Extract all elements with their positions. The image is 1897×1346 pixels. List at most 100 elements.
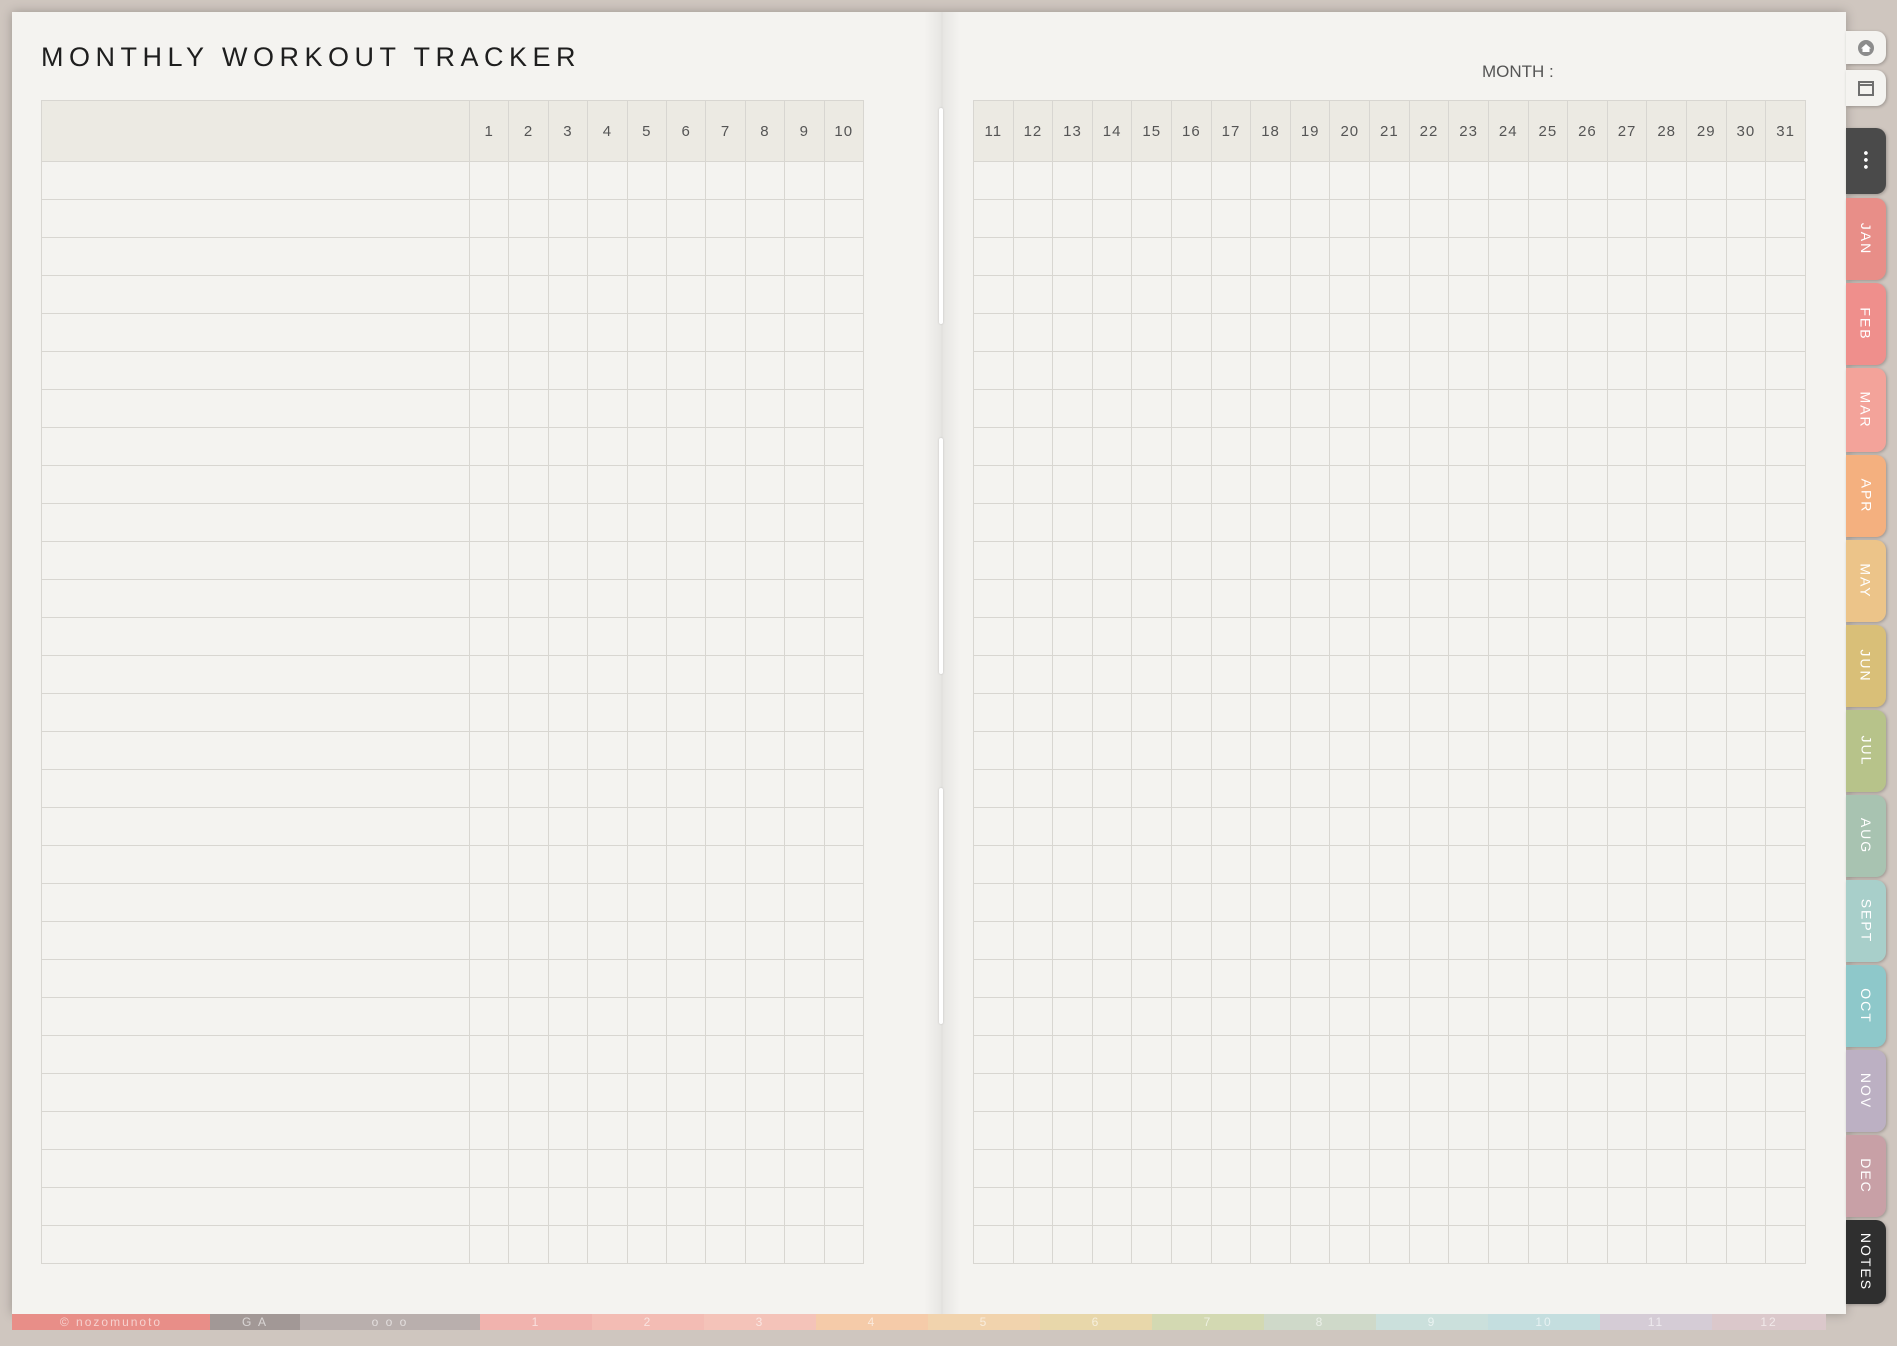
day-check-cell[interactable] bbox=[823, 883, 864, 922]
day-check-cell[interactable] bbox=[1567, 617, 1608, 656]
day-check-cell[interactable] bbox=[1091, 161, 1133, 200]
day-check-cell[interactable] bbox=[1685, 351, 1727, 390]
day-check-cell[interactable] bbox=[1012, 693, 1054, 732]
day-check-cell[interactable] bbox=[973, 617, 1014, 656]
day-check-cell[interactable] bbox=[1131, 313, 1173, 352]
day-check-cell[interactable] bbox=[1725, 541, 1767, 580]
day-check-cell[interactable] bbox=[1131, 427, 1173, 466]
day-check-cell[interactable] bbox=[626, 1073, 667, 1112]
day-check-cell[interactable] bbox=[547, 351, 589, 390]
day-check-cell[interactable] bbox=[665, 959, 707, 998]
day-check-cell[interactable] bbox=[1052, 1187, 1093, 1226]
day-check-cell[interactable] bbox=[705, 503, 746, 542]
day-check-cell[interactable] bbox=[1448, 1111, 1489, 1150]
day-check-cell[interactable] bbox=[665, 465, 707, 504]
day-check-cell[interactable] bbox=[1369, 503, 1410, 542]
day-check-cell[interactable] bbox=[626, 617, 667, 656]
day-check-cell[interactable] bbox=[508, 389, 549, 428]
day-check-cell[interactable] bbox=[784, 579, 825, 618]
day-check-cell[interactable] bbox=[626, 1149, 667, 1188]
bottom-tab[interactable]: 9 bbox=[1376, 1314, 1488, 1330]
day-check-cell[interactable] bbox=[1685, 655, 1727, 694]
bottom-tab[interactable]: 8 bbox=[1264, 1314, 1376, 1330]
day-check-cell[interactable] bbox=[1171, 541, 1212, 580]
day-check-cell[interactable] bbox=[508, 693, 549, 732]
day-check-cell[interactable] bbox=[1250, 313, 1291, 352]
day-check-cell[interactable] bbox=[1369, 1225, 1410, 1264]
day-check-cell[interactable] bbox=[823, 1149, 864, 1188]
day-check-cell[interactable] bbox=[1646, 731, 1687, 770]
day-check-cell[interactable] bbox=[1369, 693, 1410, 732]
day-check-cell[interactable] bbox=[1210, 161, 1252, 200]
day-check-cell[interactable] bbox=[1606, 845, 1648, 884]
day-check-cell[interactable] bbox=[1448, 1035, 1489, 1074]
day-check-cell[interactable] bbox=[508, 845, 549, 884]
day-check-cell[interactable] bbox=[1052, 199, 1093, 238]
exercise-name-cell[interactable] bbox=[41, 237, 470, 276]
day-check-cell[interactable] bbox=[1210, 541, 1252, 580]
day-check-cell[interactable] bbox=[1448, 351, 1489, 390]
day-check-cell[interactable] bbox=[1052, 883, 1093, 922]
day-check-cell[interactable] bbox=[508, 997, 549, 1036]
day-check-cell[interactable] bbox=[547, 275, 589, 314]
day-check-cell[interactable] bbox=[1052, 1225, 1093, 1264]
day-check-cell[interactable] bbox=[1210, 921, 1252, 960]
day-check-cell[interactable] bbox=[1408, 731, 1450, 770]
day-check-cell[interactable] bbox=[823, 617, 864, 656]
day-check-cell[interactable] bbox=[1725, 617, 1767, 656]
day-check-cell[interactable] bbox=[1527, 693, 1569, 732]
day-check-cell[interactable] bbox=[1052, 465, 1093, 504]
day-check-cell[interactable] bbox=[1329, 845, 1371, 884]
day-check-cell[interactable] bbox=[1250, 1187, 1291, 1226]
day-check-cell[interactable] bbox=[547, 769, 589, 808]
day-check-cell[interactable] bbox=[1052, 1149, 1093, 1188]
day-check-cell[interactable] bbox=[547, 1035, 589, 1074]
day-check-cell[interactable] bbox=[626, 807, 667, 846]
day-check-cell[interactable] bbox=[1091, 617, 1133, 656]
day-check-cell[interactable] bbox=[1329, 997, 1371, 1036]
day-check-cell[interactable] bbox=[626, 313, 667, 352]
day-check-cell[interactable] bbox=[468, 1187, 510, 1226]
day-check-cell[interactable] bbox=[1765, 959, 1806, 998]
day-check-cell[interactable] bbox=[1052, 921, 1093, 960]
day-check-cell[interactable] bbox=[1250, 921, 1291, 960]
day-check-cell[interactable] bbox=[1131, 1225, 1173, 1264]
day-check-cell[interactable] bbox=[1131, 465, 1173, 504]
day-check-cell[interactable] bbox=[744, 503, 786, 542]
day-check-cell[interactable] bbox=[665, 161, 707, 200]
day-check-cell[interactable] bbox=[1646, 959, 1687, 998]
day-check-cell[interactable] bbox=[508, 655, 549, 694]
day-check-cell[interactable] bbox=[823, 1187, 864, 1226]
exercise-name-cell[interactable] bbox=[41, 731, 470, 770]
day-check-cell[interactable] bbox=[1408, 275, 1450, 314]
day-check-cell[interactable] bbox=[1725, 1149, 1767, 1188]
day-check-cell[interactable] bbox=[784, 1073, 825, 1112]
day-check-cell[interactable] bbox=[823, 237, 864, 276]
day-check-cell[interactable] bbox=[1369, 921, 1410, 960]
day-check-cell[interactable] bbox=[1487, 959, 1529, 998]
day-check-cell[interactable] bbox=[508, 1187, 549, 1226]
day-check-cell[interactable] bbox=[744, 807, 786, 846]
day-check-cell[interactable] bbox=[744, 769, 786, 808]
day-check-cell[interactable] bbox=[1052, 427, 1093, 466]
day-check-cell[interactable] bbox=[705, 807, 746, 846]
day-check-cell[interactable] bbox=[547, 921, 589, 960]
day-check-cell[interactable] bbox=[1171, 1035, 1212, 1074]
day-check-cell[interactable] bbox=[823, 1111, 864, 1150]
day-check-cell[interactable] bbox=[1448, 1149, 1489, 1188]
day-check-cell[interactable] bbox=[468, 959, 510, 998]
day-check-cell[interactable] bbox=[1606, 769, 1648, 808]
day-check-cell[interactable] bbox=[1725, 883, 1767, 922]
day-check-cell[interactable] bbox=[468, 389, 510, 428]
day-check-cell[interactable] bbox=[1567, 161, 1608, 200]
day-check-cell[interactable] bbox=[508, 1111, 549, 1150]
day-check-cell[interactable] bbox=[1567, 845, 1608, 884]
day-check-cell[interactable] bbox=[1487, 503, 1529, 542]
tab-aug[interactable]: AUG bbox=[1846, 795, 1886, 877]
day-check-cell[interactable] bbox=[1765, 579, 1806, 618]
day-check-cell[interactable] bbox=[587, 1073, 628, 1112]
day-check-cell[interactable] bbox=[1725, 959, 1767, 998]
day-check-cell[interactable] bbox=[468, 1149, 510, 1188]
day-check-cell[interactable] bbox=[1408, 503, 1450, 542]
day-check-cell[interactable] bbox=[705, 693, 746, 732]
